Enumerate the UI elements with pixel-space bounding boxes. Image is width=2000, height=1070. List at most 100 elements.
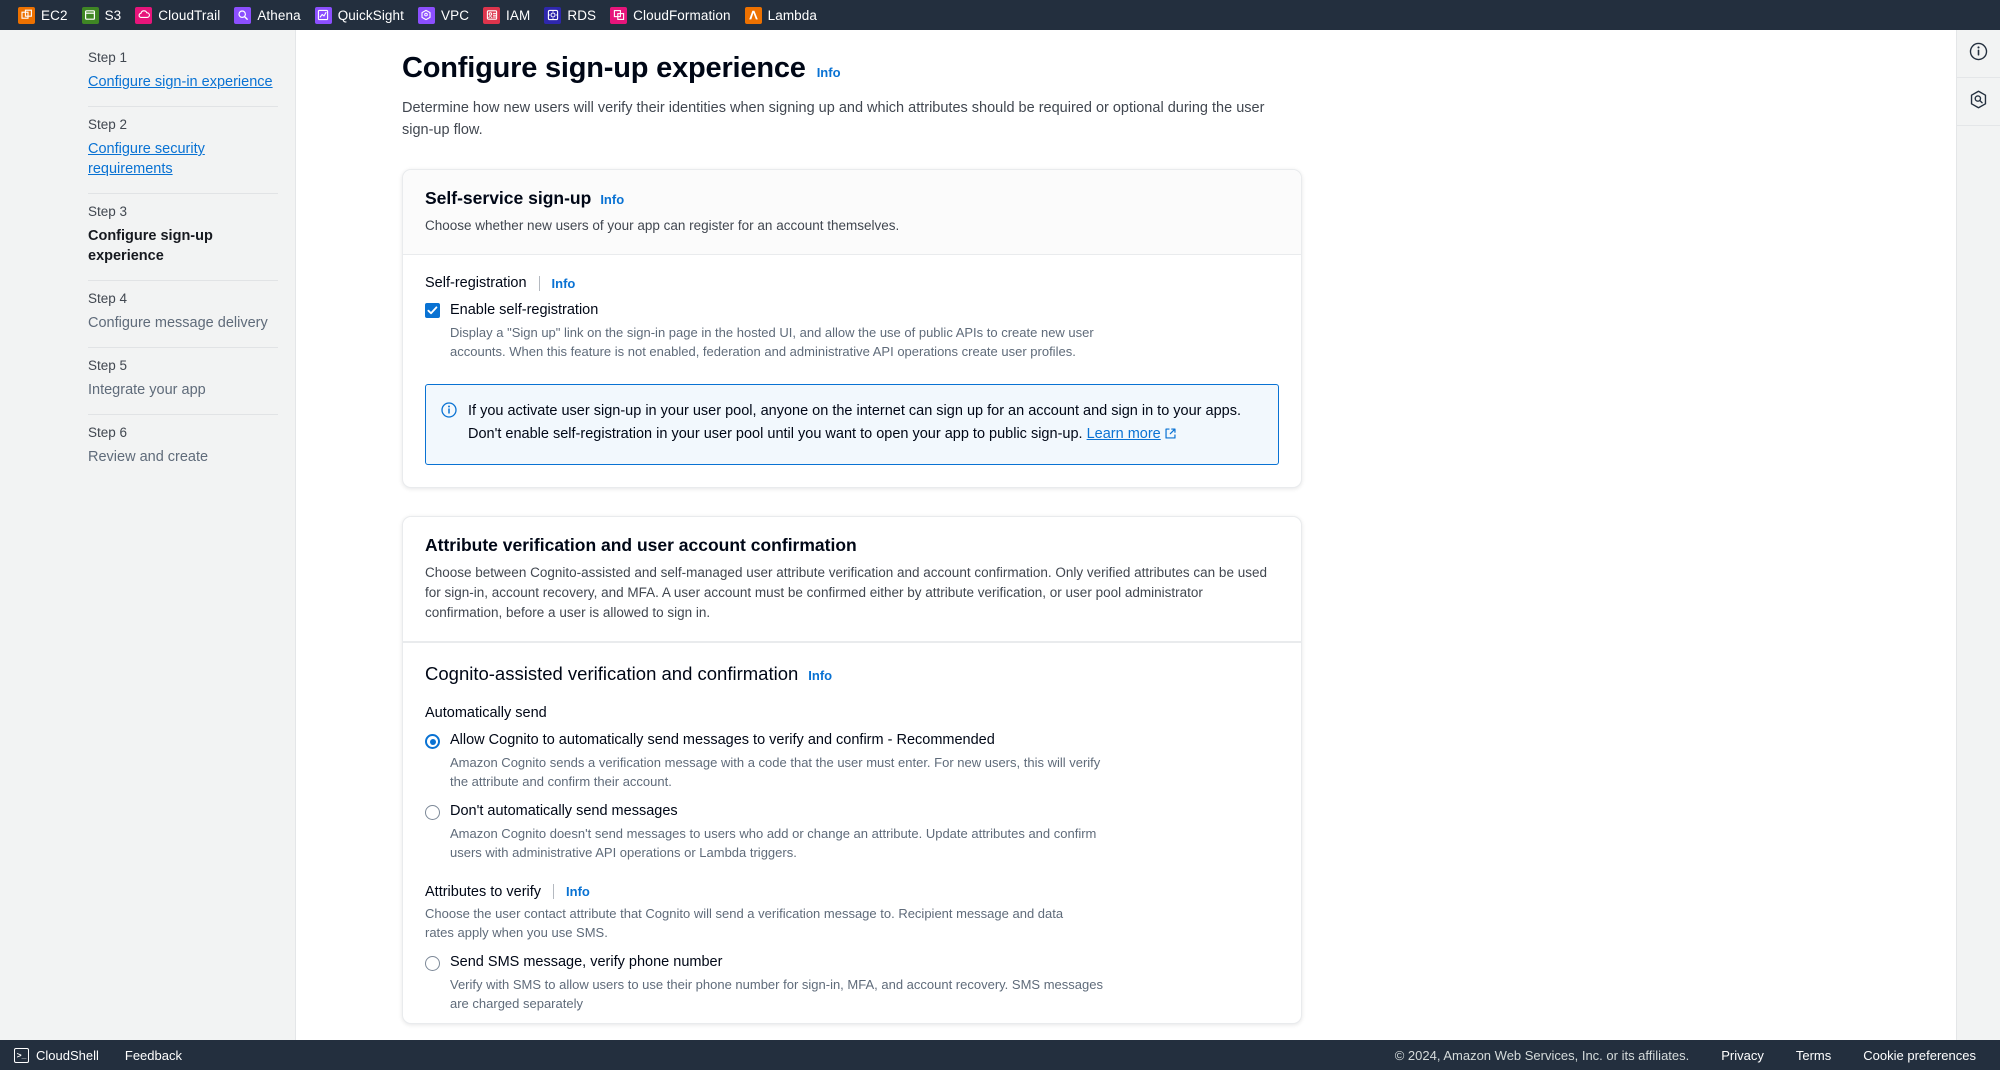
s3-icon <box>81 6 99 24</box>
favorite-label: Athena <box>257 7 301 23</box>
favorite-iam[interactable]: IAM <box>479 0 540 30</box>
wizard-step-label: Integrate your app <box>88 382 206 398</box>
favorite-quicksight[interactable]: QuickSight <box>311 0 414 30</box>
wizard-step-label: Configure message delivery <box>88 315 268 331</box>
wizard-step-label[interactable]: Configure sign-in experience <box>88 72 278 92</box>
main-content: Configure sign-up experience Info Determ… <box>297 30 1956 1040</box>
automatically-send-option-1[interactable]: Allow Cognito to automatically send mess… <box>425 731 1279 791</box>
page-header: Configure sign-up experience Info <box>402 52 1302 85</box>
help-panel-button[interactable] <box>1957 30 2000 78</box>
cloudshell-label: CloudShell <box>36 1047 99 1063</box>
automatically-send-option-label: Don't automatically send messages <box>450 802 678 819</box>
favorites-bar: EC2 S3 CloudTrail Athena QuickSight VPC IAM RDS… <box>0 0 2000 30</box>
self-service-signup-header: Self-service sign-up Info Choose whether… <box>403 170 1301 256</box>
wizard-step-label: Configure sign-up experience <box>88 228 213 264</box>
self-registration-info-link[interactable]: Info <box>552 276 576 291</box>
wizard-step-number: Step 1 <box>88 50 128 65</box>
wizard-step-4: Step 4 Configure message delivery <box>88 281 278 348</box>
self-registration-label-row: Self-registration Info <box>425 275 1279 291</box>
info-circle-icon <box>441 401 457 423</box>
automatically-send-option-label: Allow Cognito to automatically send mess… <box>450 732 995 749</box>
feedback-link[interactable]: Feedback <box>125 1048 182 1063</box>
automatically-send-radio-2[interactable] <box>425 804 440 820</box>
cognito-assisted-info-link[interactable]: Info <box>808 668 832 683</box>
attributes-to-verify-radio-group: Send SMS message, verify phone number Ver… <box>425 953 1279 1013</box>
wizard-step-number: Step 6 <box>88 425 128 440</box>
attribute-verification-title: Attribute verification and user account … <box>425 534 857 555</box>
wizard-sidebar: Step 1 Configure sign-in experience Step 2… <box>0 30 296 1040</box>
footer-link-cookie-preferences[interactable]: Cookie preferences <box>1863 1048 1976 1063</box>
favorite-label: IAM <box>506 7 531 23</box>
info-circle-icon <box>1969 42 1988 66</box>
page-info-link[interactable]: Info <box>817 65 841 80</box>
favorite-s3[interactable]: S3 <box>78 0 132 30</box>
automatically-send-option-2[interactable]: Don't automatically send messages Amazon … <box>425 802 1279 862</box>
favorite-ec2[interactable]: EC2 <box>14 0 78 30</box>
self-registration-info-alert: If you activate user sign-up in your use… <box>425 383 1279 465</box>
wizard-step-2[interactable]: Step 2 Configure security requirements <box>88 107 278 194</box>
page-title: Configure sign-up experience <box>402 52 806 84</box>
attributes-to-verify-label-row: Attributes to verify Info <box>425 884 1279 900</box>
cloudshell-button[interactable]: >_ CloudShell <box>14 1047 99 1063</box>
automatically-send-radio-1[interactable] <box>425 734 440 750</box>
self-service-signup-info-link[interactable]: Info <box>600 192 624 207</box>
favorite-label: CloudTrail <box>158 7 221 23</box>
wizard-step-number: Step 2 <box>88 117 128 132</box>
attributes-to-verify-option-1[interactable]: Send SMS message, verify phone number Ver… <box>425 953 1279 1013</box>
attributes-to-verify-radio-1[interactable] <box>425 955 440 971</box>
favorite-cloudtrail[interactable]: CloudTrail <box>131 0 230 30</box>
cognito-assisted-title: Cognito-assisted verification and confir… <box>425 663 799 685</box>
wizard-step-6: Step 6 Review and create <box>88 415 278 481</box>
automatically-send-option-description: Amazon Cognito sends a verification mess… <box>450 755 1101 790</box>
footer-link-privacy[interactable]: Privacy <box>1721 1048 1764 1063</box>
attributes-to-verify-description: Choose the user contact attribute that C… <box>425 905 1064 941</box>
athena-icon <box>234 6 252 24</box>
alert-message: If you activate user sign-up in your use… <box>468 400 1262 449</box>
wizard-step-number: Step 4 <box>88 291 128 306</box>
learn-more-link[interactable]: Learn more <box>1087 426 1161 442</box>
favorite-rds[interactable]: RDS <box>540 0 606 30</box>
self-service-signup-subtitle: Choose whether new users of your app can… <box>425 218 900 234</box>
wizard-step-number: Step 5 <box>88 358 128 373</box>
favorite-label: VPC <box>440 7 470 23</box>
cognito-assisted-section: Cognito-assisted verification and confir… <box>403 642 1301 1023</box>
attributes-to-verify-option-description: Verify with SMS to allow users to use th… <box>450 976 1103 1012</box>
favorite-label: QuickSight <box>337 7 404 23</box>
favorite-vpc[interactable]: VPC <box>414 0 479 30</box>
feedback-label: Feedback <box>124 1047 182 1063</box>
favorite-cloudformation[interactable]: CloudFormation <box>606 0 740 30</box>
wizard-step-1[interactable]: Step 1 Configure sign-in experience <box>88 40 278 107</box>
wizard-step-3: Step 3 Configure sign-up experience <box>88 194 278 281</box>
footer-link-terms[interactable]: Terms <box>1796 1048 1831 1063</box>
favorite-lambda[interactable]: Lambda <box>741 0 827 30</box>
automatically-send-label: Automatically send <box>425 705 547 722</box>
favorite-label: CloudFormation <box>633 7 731 23</box>
self-service-signup-body: Self-registration Info Enable self-regis… <box>403 255 1301 486</box>
enable-self-registration-checkbox[interactable] <box>425 303 440 319</box>
attribute-verification-card: Attribute verification and user account … <box>402 515 1302 1025</box>
favorite-athena[interactable]: Athena <box>230 0 310 30</box>
automatically-send-option-description: Amazon Cognito doesn't send messages to … <box>450 825 1097 860</box>
attribute-verification-subtitle: Choose between Cognito-assisted and self… <box>425 564 1267 621</box>
cloudshell-icon: >_ <box>14 1047 29 1063</box>
label-divider <box>538 275 540 291</box>
right-utility-rail <box>1956 30 2000 1040</box>
lambda-icon <box>744 6 762 24</box>
security-panel-button[interactable] <box>1957 78 2000 126</box>
self-service-signup-title: Self-service sign-up <box>425 188 592 209</box>
checkmark-icon <box>427 306 438 315</box>
external-link-icon <box>1164 425 1177 448</box>
attribute-verification-header: Attribute verification and user account … <box>403 516 1301 643</box>
favorite-label: Lambda <box>767 7 818 23</box>
label-divider <box>553 884 555 900</box>
attributes-to-verify-info-link[interactable]: Info <box>566 884 590 899</box>
vpc-icon <box>417 6 435 24</box>
ec2-icon <box>18 6 35 24</box>
wizard-step-number: Step 3 <box>88 204 128 219</box>
wizard-step-label[interactable]: Configure security requirements <box>88 139 278 179</box>
wizard-step-5: Step 5 Integrate your app <box>88 348 278 415</box>
cloudtrail-icon <box>135 6 153 24</box>
enable-self-registration-row[interactable]: Enable self-registration Display a "Sign… <box>425 301 1279 361</box>
favorite-label: S3 <box>104 7 122 23</box>
footer-bar: >_ CloudShell Feedback © 2024, Amazon We… <box>0 1040 2000 1070</box>
